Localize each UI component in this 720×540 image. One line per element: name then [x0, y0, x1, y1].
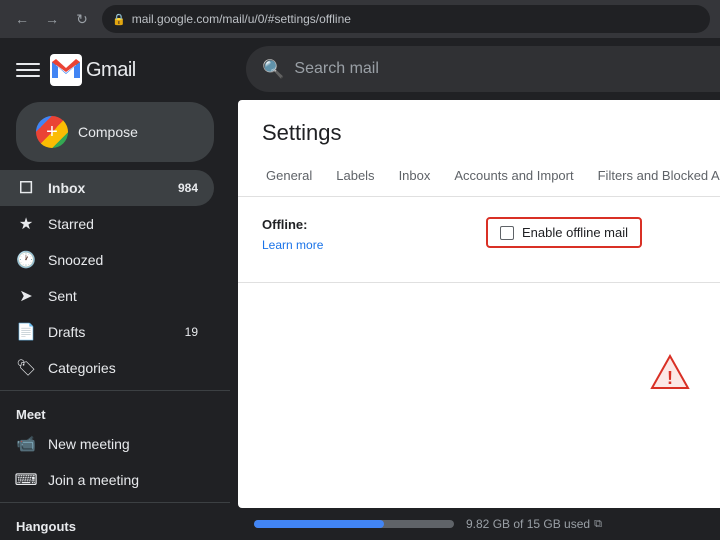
- drafts-label: Drafts: [48, 324, 173, 340]
- sidebar-item-categories[interactable]: 🏷 Categories: [0, 350, 214, 386]
- settings-content: Offline: Learn more Enable offline mail: [238, 197, 720, 274]
- storage-text: 9.82 GB of 15 GB used ⧉: [466, 517, 602, 531]
- offline-value-col: Enable offline mail: [486, 217, 720, 254]
- inbox-icon: ☐: [16, 178, 36, 198]
- offline-settings-row: Offline: Learn more Enable offline mail: [262, 217, 720, 254]
- sent-label: Sent: [48, 288, 198, 304]
- categories-label: Categories: [48, 360, 198, 376]
- inbox-count: 984: [178, 181, 198, 195]
- drafts-count: 19: [185, 325, 198, 339]
- action-bar: Save Changes Canc: [238, 282, 720, 338]
- main-content: 🔍 Search mail Settings General Labels In…: [230, 38, 720, 540]
- gmail-m-icon: [50, 54, 82, 86]
- search-icon: 🔍: [262, 59, 284, 80]
- compose-plus-icon: +: [36, 116, 68, 148]
- external-link-icon: ⧉: [594, 518, 602, 531]
- tab-labels[interactable]: Labels: [324, 158, 386, 197]
- learn-more-link[interactable]: Learn more: [262, 238, 323, 252]
- warning-area: !: [238, 338, 720, 406]
- settings-tabs: General Labels Inbox Accounts and Import…: [238, 158, 720, 197]
- address-bar[interactable]: 🔒 mail.google.com/mail/u/0/#settings/off…: [102, 5, 710, 33]
- sidebar-item-inbox[interactable]: ☐ Inbox 984: [0, 170, 214, 206]
- storage-bar-fill: [254, 520, 384, 528]
- join-meeting-icon: ⌨: [16, 470, 36, 490]
- offline-label: Offline:: [262, 217, 462, 232]
- join-meeting-label: Join a meeting: [48, 472, 198, 488]
- starred-label: Starred: [48, 216, 198, 232]
- storage-used-text: 9.82 GB of 15 GB used: [466, 517, 590, 531]
- hamburger-icon[interactable]: [16, 58, 40, 82]
- browser-chrome: ← → ↻ 🔒 mail.google.com/mail/u/0/#settin…: [0, 0, 720, 38]
- back-button[interactable]: ←: [10, 7, 34, 31]
- sidebar-divider-2: [0, 502, 230, 503]
- gmail-logo: Gmail: [50, 54, 136, 86]
- settings-panel: Settings General Labels Inbox Accounts a…: [238, 100, 720, 508]
- storage-bar-background: [254, 520, 454, 528]
- starred-icon: ★: [16, 214, 36, 234]
- compose-button[interactable]: + Compose: [16, 102, 214, 162]
- tab-accounts-import[interactable]: Accounts and Import: [442, 158, 585, 197]
- sidebar-item-join-meeting[interactable]: ⌨ Join a meeting: [0, 462, 214, 498]
- new-meeting-icon: 📹: [16, 434, 36, 454]
- tab-general[interactable]: General: [254, 158, 324, 197]
- search-placeholder: Search mail: [294, 60, 378, 78]
- search-bar[interactable]: 🔍 Search mail: [246, 46, 720, 92]
- drafts-icon: 📄: [16, 322, 36, 342]
- enable-offline-box: Enable offline mail: [486, 217, 642, 248]
- sidebar-item-new-meeting[interactable]: 📹 New meeting: [0, 426, 214, 462]
- hangouts-section-title: Hangouts: [0, 507, 230, 538]
- url-text: mail.google.com/mail/u/0/#settings/offli…: [132, 12, 351, 26]
- warning-triangle-icon: !: [650, 354, 690, 390]
- svg-text:!: !: [667, 368, 673, 388]
- sidebar-item-snoozed[interactable]: 🕐 Snoozed: [0, 242, 214, 278]
- meet-section-title: Meet: [0, 395, 230, 426]
- app-container: Gmail + Compose ☐ Inbox 984 ★ Starred 🕐 …: [0, 38, 720, 540]
- new-meeting-label: New meeting: [48, 436, 198, 452]
- compose-label: Compose: [78, 124, 138, 140]
- sidebar-header: Gmail: [0, 46, 230, 102]
- sidebar-item-starred[interactable]: ★ Starred: [0, 206, 214, 242]
- search-bar-wrapper: 🔍 Search mail: [230, 38, 720, 100]
- settings-title: Settings: [238, 100, 720, 158]
- nav-buttons: ← → ↻: [10, 7, 94, 31]
- refresh-button[interactable]: ↻: [70, 7, 94, 31]
- inbox-label: Inbox: [48, 180, 166, 196]
- sidebar-item-drafts[interactable]: 📄 Drafts 19: [0, 314, 214, 350]
- sidebar-divider-1: [0, 390, 230, 391]
- lock-icon: 🔒: [112, 13, 126, 26]
- forward-button[interactable]: →: [40, 7, 64, 31]
- enable-offline-checkbox[interactable]: [500, 226, 514, 240]
- snoozed-label: Snoozed: [48, 252, 198, 268]
- tab-filters[interactable]: Filters and Blocked Addre: [586, 158, 720, 197]
- app-name: Gmail: [86, 59, 136, 82]
- sent-icon: ➤: [16, 286, 36, 306]
- snoozed-icon: 🕐: [16, 250, 36, 270]
- offline-label-col: Offline: Learn more: [262, 217, 462, 254]
- enable-offline-label: Enable offline mail: [522, 225, 628, 240]
- tab-inbox[interactable]: Inbox: [387, 158, 443, 197]
- sidebar: Gmail + Compose ☐ Inbox 984 ★ Starred 🕐 …: [0, 38, 230, 540]
- sidebar-item-sent[interactable]: ➤ Sent: [0, 278, 214, 314]
- categories-icon: 🏷: [16, 358, 36, 378]
